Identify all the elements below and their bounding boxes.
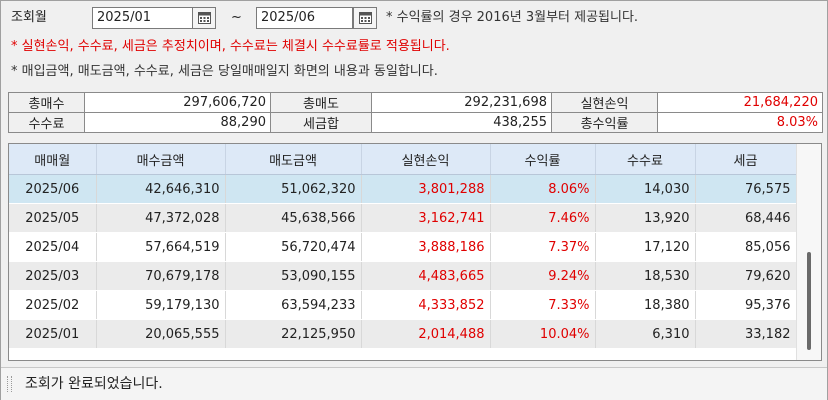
fee-value: 88,290 xyxy=(84,112,271,133)
window-frame: 조회월 2025/01 ~ 2025/06 * 수익률의 경우 2016년 3월… xyxy=(0,0,828,400)
total-buy-label: 총매수 xyxy=(8,92,85,113)
cell-tax: 33,182 xyxy=(695,319,797,349)
status-bar: 조회가 완료되었습니다. xyxy=(1,367,827,400)
cell-return-rate: 8.06% xyxy=(490,174,596,204)
date-separator: ~ xyxy=(231,10,242,25)
cell-buy-amount: 47,372,028 xyxy=(96,203,226,233)
cell-tax: 85,056 xyxy=(695,232,797,262)
cell-realized-pnl: 3,162,741 xyxy=(361,203,491,233)
vertical-scrollbar[interactable] xyxy=(796,144,821,360)
cell-buy-amount: 70,679,178 xyxy=(96,261,226,291)
col-header-tax[interactable]: 세금 xyxy=(695,144,797,175)
cell-trade-month: 2025/05 xyxy=(9,203,97,233)
cell-tax: 95,376 xyxy=(695,290,797,320)
cell-buy-amount: 20,065,555 xyxy=(96,319,226,349)
status-message: 조회가 완료되었습니다. xyxy=(25,376,163,392)
cell-tax: 68,446 xyxy=(695,203,797,233)
cell-trade-month: 2025/06 xyxy=(9,174,97,204)
tax-total-label: 세금합 xyxy=(270,112,372,133)
cell-tax: 76,575 xyxy=(695,174,797,204)
grip-icon xyxy=(7,376,12,392)
cell-buy-amount: 59,179,130 xyxy=(96,290,226,320)
cell-buy-amount: 42,646,310 xyxy=(96,174,226,204)
cell-tax: 79,620 xyxy=(695,261,797,291)
fee-label: 수수료 xyxy=(8,112,85,133)
monthly-trade-grid[interactable]: 매매월 매수금액 매도금액 실현손익 수익률 수수료 세금 2025/06 42… xyxy=(8,143,822,361)
table-row[interactable]: 2025/05 47,372,028 45,638,566 3,162,741 … xyxy=(9,203,797,233)
cell-sell-amount: 51,062,320 xyxy=(225,174,362,204)
table-row[interactable]: 2025/02 59,179,130 63,594,233 4,333,852 … xyxy=(9,290,797,320)
table-row[interactable]: 2025/04 57,664,519 56,720,474 3,888,186 … xyxy=(9,232,797,262)
cell-sell-amount: 45,638,566 xyxy=(225,203,362,233)
total-return-label: 총수익률 xyxy=(551,112,658,133)
cell-buy-amount: 57,664,519 xyxy=(96,232,226,262)
total-sell-value: 292,231,698 xyxy=(371,92,552,113)
cell-fee: 14,030 xyxy=(595,174,696,204)
note-same-as-daily-log: * 매입금액, 매도금액, 수수료, 세금은 당일매매일지 화면의 내용과 동일… xyxy=(11,64,438,79)
col-header-realized-pnl[interactable]: 실현손익 xyxy=(361,144,491,175)
calendar-icon xyxy=(358,12,372,24)
calendar-icon xyxy=(197,12,211,24)
col-header-trade-month[interactable]: 매매월 xyxy=(9,144,97,175)
cell-realized-pnl: 3,801,288 xyxy=(361,174,491,204)
scrollbar-thumb[interactable] xyxy=(807,252,811,350)
query-month-label: 조회월 xyxy=(11,10,47,25)
summary-grid: 총매수 297,606,720 총매도 292,231,698 실현손익 21,… xyxy=(8,92,823,133)
col-header-fee[interactable]: 수수료 xyxy=(595,144,696,175)
cell-trade-month: 2025/03 xyxy=(9,261,97,291)
start-date-input[interactable]: 2025/01 xyxy=(92,7,193,29)
total-return-value: 8.03% xyxy=(657,112,823,133)
cell-trade-month: 2025/02 xyxy=(9,290,97,320)
cell-fee: 17,120 xyxy=(595,232,696,262)
cell-return-rate: 7.37% xyxy=(490,232,596,262)
table-row[interactable]: 2025/01 20,065,555 22,125,950 2,014,488 … xyxy=(9,319,797,349)
cell-fee: 6,310 xyxy=(595,319,696,349)
cell-return-rate: 10.04% xyxy=(490,319,596,349)
tax-total-value: 438,255 xyxy=(371,112,552,133)
start-calendar-button[interactable] xyxy=(192,7,216,29)
cell-trade-month: 2025/01 xyxy=(9,319,97,349)
table-row[interactable]: 2025/03 70,679,178 53,090,155 4,483,665 … xyxy=(9,261,797,291)
cell-realized-pnl: 4,333,852 xyxy=(361,290,491,320)
col-header-sell-amount[interactable]: 매도금액 xyxy=(225,144,362,175)
col-header-buy-amount[interactable]: 매수금액 xyxy=(96,144,226,175)
grid-header-row: 매매월 매수금액 매도금액 실현손익 수익률 수수료 세금 xyxy=(9,144,797,175)
cell-realized-pnl: 4,483,665 xyxy=(361,261,491,291)
cell-sell-amount: 22,125,950 xyxy=(225,319,362,349)
total-sell-label: 총매도 xyxy=(270,92,372,113)
realized-pnl-label: 실현손익 xyxy=(551,92,658,113)
cell-return-rate: 7.33% xyxy=(490,290,596,320)
note-estimate-warning: * 실현손익, 수수료, 세금은 추정치이며, 수수료는 체결시 수수료률로 적… xyxy=(11,39,450,54)
col-header-return-rate[interactable]: 수익률 xyxy=(490,144,596,175)
end-calendar-button[interactable] xyxy=(353,7,377,29)
note-return-availability: * 수익률의 경우 2016년 3월부터 제공됩니다. xyxy=(386,10,639,25)
cell-sell-amount: 56,720,474 xyxy=(225,232,362,262)
cell-fee: 18,380 xyxy=(595,290,696,320)
cell-sell-amount: 53,090,155 xyxy=(225,261,362,291)
table-row[interactable]: 2025/06 42,646,310 51,062,320 3,801,288 … xyxy=(9,174,797,204)
total-buy-value: 297,606,720 xyxy=(84,92,271,113)
cell-return-rate: 7.46% xyxy=(490,203,596,233)
cell-fee: 18,530 xyxy=(595,261,696,291)
realized-pnl-value: 21,684,220 xyxy=(657,92,823,113)
cell-realized-pnl: 3,888,186 xyxy=(361,232,491,262)
cell-return-rate: 9.24% xyxy=(490,261,596,291)
cell-trade-month: 2025/04 xyxy=(9,232,97,262)
end-date-input[interactable]: 2025/06 xyxy=(256,7,353,29)
cell-realized-pnl: 2,014,488 xyxy=(361,319,491,349)
cell-sell-amount: 63,594,233 xyxy=(225,290,362,320)
cell-fee: 13,920 xyxy=(595,203,696,233)
